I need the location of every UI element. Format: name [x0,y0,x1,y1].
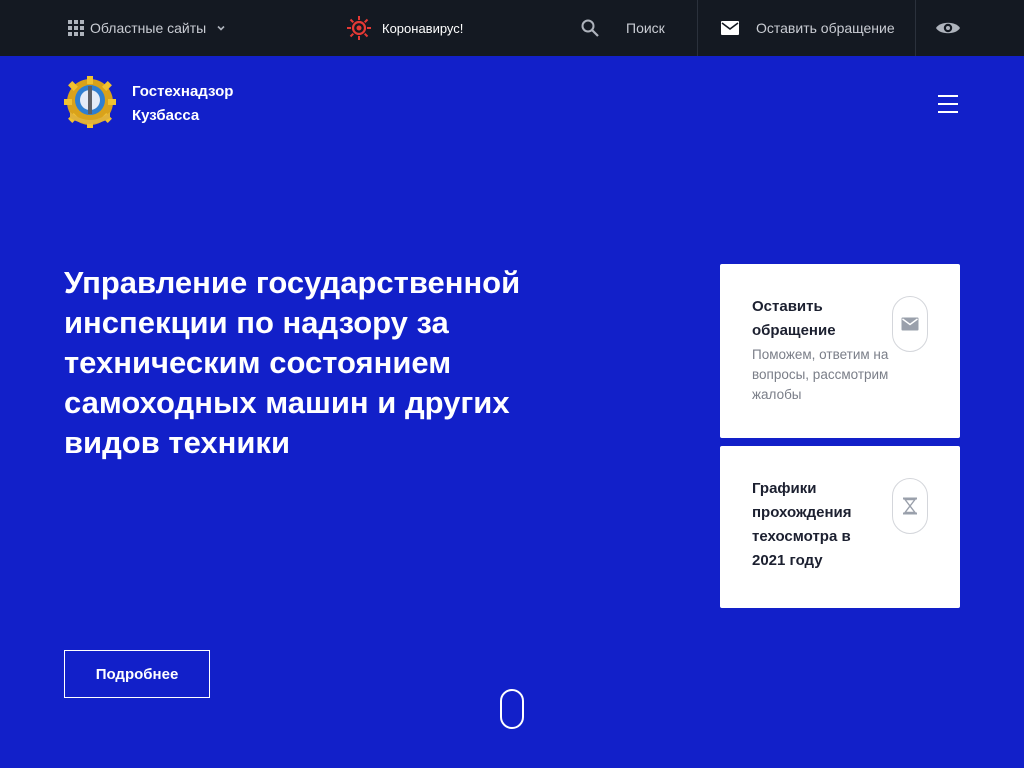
brand-line-1: Гостехнадзор [132,83,234,100]
appeal-card-description: Поможем, ответим на вопросы, рассмотрим … [752,347,889,402]
appeal-card-title: Оставить обращение [752,298,836,339]
search-button[interactable]: Поиск [580,0,665,56]
coronavirus-label: Коронавирус! [382,20,464,36]
accessibility-button[interactable] [935,0,961,56]
coronavirus-link[interactable]: Коронавирус! [346,0,463,56]
schedule-card-title: Графики прохождения техосмотра в 2021 го… [752,480,852,569]
brand-name[interactable]: Гостехнадзор Кузбасса [132,80,233,128]
mail-icon [721,21,739,35]
hourglass-icon [892,478,928,534]
top-bar: Областные сайты Коронавирус! Поиск Остав… [0,0,1024,56]
brand-line-2: Кузбасса [132,107,200,124]
regional-sites-dropdown[interactable]: Областные сайты [68,0,226,56]
appeal-card[interactable]: Оставить обращение Поможем, ответим на в… [720,264,960,438]
regional-sites-label: Областные сайты [90,20,207,36]
mail-icon [892,296,928,352]
eye-icon [936,22,960,34]
inspection-schedule-card[interactable]: Графики прохождения техосмотра в 2021 го… [720,446,960,608]
leave-appeal-label: Оставить обращение [756,20,895,36]
search-icon [581,19,599,37]
divider [915,0,916,56]
emblem-logo[interactable] [64,76,116,128]
apps-grid-icon [68,20,84,36]
divider [697,0,698,56]
scroll-mouse-icon[interactable] [500,689,524,729]
leave-appeal-link[interactable]: Оставить обращение [720,0,895,56]
search-label: Поиск [626,20,665,36]
chevron-down-icon [217,25,225,31]
menu-burger-icon[interactable] [938,95,958,113]
virus-icon [347,16,371,40]
hero-headline: Управление государственной инспекции по … [64,265,521,460]
more-button[interactable]: Подробнее [64,650,210,698]
